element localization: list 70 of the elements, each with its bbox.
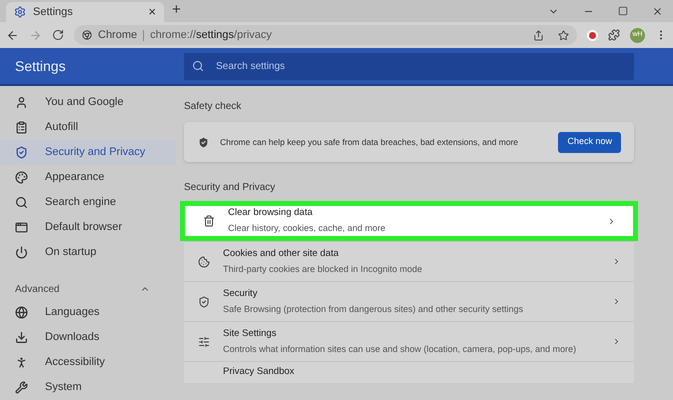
close-icon[interactable] — [652, 6, 663, 16]
url-text: chrome://settings/privacy — [150, 28, 272, 43]
section-heading: Security and Privacy — [184, 181, 276, 195]
row-title: Clear browsing data — [228, 206, 314, 220]
power-icon — [15, 246, 28, 259]
chevron-icon — [612, 257, 621, 266]
maximize-icon[interactable] — [618, 6, 628, 16]
tab-title: Settings — [33, 4, 74, 20]
reload-icon[interactable] — [52, 29, 64, 41]
shield-icon — [15, 146, 28, 159]
sidebar-item[interactable]: Security and Privacy — [0, 140, 176, 165]
sidebar-item[interactable]: Autofill — [0, 115, 176, 140]
sidebar-item[interactable]: Accessibility — [0, 350, 176, 375]
shield-icon — [198, 296, 210, 308]
share-icon[interactable] — [533, 30, 544, 40]
header-title: Settings — [14, 56, 67, 76]
sidebar-item[interactable]: On startup — [0, 240, 176, 265]
extension-icon[interactable] — [587, 30, 598, 40]
sidebar-item[interactable]: Appearance — [0, 165, 176, 190]
sidebar-item[interactable]: Languages — [0, 300, 176, 325]
star-icon[interactable] — [558, 30, 569, 40]
row-subtitle: Safe Browsing (protection from dangerous sites) and other security settings — [223, 302, 524, 316]
sidebar-item[interactable]: Default browser — [0, 215, 176, 240]
row-title: Privacy Sandbox — [223, 365, 296, 380]
chevron-icon — [607, 216, 616, 226]
globe-icon — [15, 306, 28, 319]
row-title: Cookies and other site data — [223, 246, 340, 261]
search-field[interactable]: Search settings — [184, 52, 634, 80]
new-tab-button[interactable]: + — [172, 0, 181, 21]
sliders-icon — [198, 336, 210, 348]
close-tab-button[interactable]: × — [148, 2, 156, 22]
sidebar-item[interactable]: You and Google — [0, 90, 176, 115]
row-subtitle: Third-party cookies are blocked in Incognito mode — [223, 262, 424, 276]
sidebar-item[interactable]: System — [0, 375, 176, 400]
site-label: Chrome — [98, 28, 138, 43]
trash-icon — [202, 215, 214, 227]
row-subtitle: Clear history, cookies, cache, and more — [228, 222, 386, 236]
clipboard-icon — [15, 121, 28, 134]
address-bar[interactable]: Chrome chrome://settings/privacy — [74, 25, 577, 45]
person-icon — [15, 96, 28, 109]
section-heading: Safety check — [184, 100, 242, 114]
chevron-icon — [612, 297, 621, 306]
settings-row[interactable]: Cookies and other site data Third-party cookies are blocked in Incognito mode — [184, 241, 634, 281]
advanced-toggle[interactable]: Advanced — [0, 278, 176, 300]
settings-icon — [14, 6, 26, 18]
row-title: Site Settings — [223, 326, 278, 341]
shield-icon — [197, 136, 210, 148]
sidebar-item[interactable]: Downloads — [0, 325, 176, 350]
search-icon — [192, 60, 204, 72]
palette-icon — [15, 171, 28, 184]
browser-tab[interactable]: Settings × — [6, 2, 164, 22]
cookie-icon — [198, 256, 210, 268]
chevron-icon — [612, 337, 621, 346]
settings-row[interactable]: Privacy Sandbox — [184, 361, 634, 383]
check-now-button[interactable]: Check now — [558, 132, 621, 152]
settings-row[interactable]: Clear browsing data Clear history, cookies, cache, and more — [180, 201, 638, 241]
search-icon — [15, 196, 28, 209]
settings-row[interactable]: Site Settings Controls what information sites can use and show (location, camera, pop-ups, and more) — [184, 321, 634, 361]
window-icon — [15, 221, 28, 234]
sidebar-item[interactable]: Search engine — [0, 190, 176, 215]
chrome-logo-icon — [82, 30, 92, 40]
row-subtitle: Controls what information sites can use and show (location, camera, pop-ups, and more) — [223, 342, 578, 356]
wrench-icon — [15, 381, 28, 394]
puzzle-icon[interactable] — [608, 29, 620, 41]
back-icon[interactable] — [6, 28, 19, 42]
settings-row[interactable]: Security Safe Browsing (protection from dangerous sites) and other security settings — [184, 281, 634, 321]
person-icon — [15, 356, 28, 369]
safety-check-text: Chrome can help keep you safe from data breaches, bad extensions, and more — [220, 136, 520, 148]
download-icon — [15, 331, 28, 344]
row-title: Security — [223, 286, 258, 301]
